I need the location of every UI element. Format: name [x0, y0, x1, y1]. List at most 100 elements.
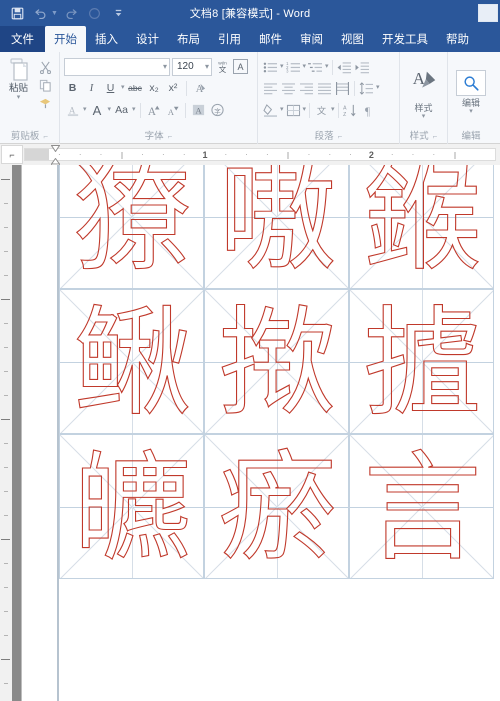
character-shading-icon[interactable]: A	[190, 102, 207, 119]
outlined-character[interactable]: 鳅	[60, 290, 203, 433]
font-size-input[interactable]: 120 ▾	[172, 57, 212, 76]
clipboard-dialog-launcher[interactable]: ⌐	[43, 130, 48, 144]
grid-cell[interactable]: 言	[349, 434, 494, 579]
document-page[interactable]: 獠嗷鍭鳅揿摣皫瘀言	[22, 165, 500, 701]
shading-icon[interactable]	[262, 102, 279, 119]
grow-font-icon[interactable]: A	[145, 102, 162, 119]
shading-caret[interactable]: ▾	[280, 106, 284, 113]
show-marks-icon[interactable]: ¶	[360, 102, 377, 119]
increase-indent-icon[interactable]	[354, 59, 371, 76]
multilevel-caret[interactable]: ▾	[325, 63, 329, 70]
highlight-caret[interactable]: ▾	[83, 106, 87, 113]
highlight-color-icon[interactable]: A	[64, 102, 81, 119]
numbering-icon[interactable]: 1 2 3	[285, 59, 302, 76]
grid-cell[interactable]: 揿	[204, 289, 349, 434]
outlined-character[interactable]: 摣	[350, 290, 493, 433]
borders-caret[interactable]: ▾	[303, 106, 307, 113]
outlined-character[interactable]: 鍭	[350, 165, 493, 288]
character-border-icon[interactable]: A	[233, 59, 248, 74]
tab-design[interactable]: 设计	[127, 26, 168, 52]
tab-developer[interactable]: 开发工具	[373, 26, 437, 52]
italic-button[interactable]: I	[83, 80, 100, 97]
grid-cell[interactable]: 瘀	[204, 434, 349, 579]
ruler-track[interactable]: · · · · · · 1 · · · · · · 2 · · ·	[24, 145, 496, 166]
touch-mode-icon[interactable]	[84, 3, 106, 23]
underline-caret[interactable]: ▾	[121, 84, 125, 91]
grid-cell[interactable]: 皫	[59, 434, 204, 579]
text-effects-icon[interactable]: A	[191, 80, 208, 97]
font-name-caret[interactable]: ▾	[161, 62, 167, 71]
font-color-caret[interactable]: ▾	[108, 106, 112, 113]
phonetic-guide-icon[interactable]: wén 文	[214, 58, 231, 75]
paragraph-dialog-launcher[interactable]: ⌐	[338, 130, 343, 144]
editing-button[interactable]: 编辑 ▾	[452, 55, 490, 130]
bold-button[interactable]: B	[64, 80, 81, 97]
line-spacing-caret[interactable]: ▾	[376, 84, 380, 91]
shrink-font-icon[interactable]: A	[164, 102, 181, 119]
align-right-icon[interactable]	[298, 80, 315, 97]
sort-icon[interactable]: A Z	[342, 102, 359, 119]
subscript-button[interactable]: x₂	[146, 80, 163, 97]
font-size-caret[interactable]: ▾	[203, 62, 209, 71]
tab-references[interactable]: 引用	[209, 26, 250, 52]
paste-button[interactable]: 粘贴 ▾	[4, 57, 33, 101]
vertical-ruler[interactable]	[0, 165, 12, 701]
font-name-input[interactable]: ▾	[64, 57, 170, 76]
copy-icon[interactable]	[35, 77, 55, 94]
account-avatar[interactable]	[478, 4, 498, 22]
outlined-character[interactable]: 嗷	[205, 165, 348, 288]
grid-cell[interactable]: 摣	[349, 289, 494, 434]
tab-file[interactable]: 文件	[0, 26, 45, 52]
enclose-character-icon[interactable]: 字	[209, 102, 226, 119]
document-canvas[interactable]: 獠嗷鍭鳅揿摣皫瘀言	[12, 165, 500, 701]
grid-cell[interactable]: 鍭	[349, 165, 494, 289]
numbering-caret[interactable]: ▾	[303, 63, 307, 70]
change-case-icon[interactable]: Aa	[113, 102, 130, 119]
superscript-button[interactable]: x²	[165, 80, 182, 97]
grid-cell[interactable]: 獠	[59, 165, 204, 289]
redo-icon[interactable]	[60, 3, 82, 23]
align-center-icon[interactable]	[280, 80, 297, 97]
editing-dropdown-caret[interactable]: ▾	[469, 108, 473, 115]
format-painter-icon[interactable]	[35, 95, 55, 112]
tab-review[interactable]: 审阅	[291, 26, 332, 52]
customize-qat-icon[interactable]	[108, 3, 130, 23]
cn-layout-caret[interactable]: ▾	[331, 106, 335, 113]
undo-dropdown-caret[interactable]: ▼	[51, 10, 58, 17]
borders-icon[interactable]	[285, 102, 302, 119]
horizontal-ruler[interactable]: ⌐ · · · · · · 1 · · · · · · 2 · · ·	[0, 144, 500, 166]
styles-dropdown-caret[interactable]: ▾	[422, 113, 426, 120]
tab-home[interactable]: 开始	[45, 26, 86, 52]
outlined-character[interactable]: 獠	[60, 165, 203, 288]
grid-cell[interactable]: 鳅	[59, 289, 204, 434]
tab-view[interactable]: 视图	[332, 26, 373, 52]
tab-insert[interactable]: 插入	[86, 26, 127, 52]
styles-button[interactable]: A 样式 ▾	[404, 55, 443, 130]
tab-stop-selector[interactable]: ⌐	[1, 145, 23, 164]
tab-mailings[interactable]: 邮件	[250, 26, 291, 52]
save-icon[interactable]	[6, 3, 28, 23]
justify-icon[interactable]	[316, 80, 333, 97]
find-icon[interactable]	[456, 70, 486, 96]
font-color-icon[interactable]: A	[89, 102, 106, 119]
align-left-icon[interactable]	[262, 80, 279, 97]
bullets-icon[interactable]	[262, 59, 279, 76]
styles-dialog-launcher[interactable]: ⌐	[433, 130, 438, 144]
outlined-character[interactable]: 瘀	[205, 435, 348, 578]
font-dialog-launcher[interactable]: ⌐	[168, 130, 173, 144]
distribute-icon[interactable]	[334, 80, 351, 97]
grid-cell[interactable]: 嗷	[204, 165, 349, 289]
undo-icon[interactable]	[30, 3, 52, 23]
tab-layout[interactable]: 布局	[168, 26, 209, 52]
outlined-character[interactable]: 揿	[205, 290, 348, 433]
outlined-character[interactable]: 言	[350, 435, 493, 578]
multilevel-list-icon[interactable]	[307, 59, 324, 76]
strikethrough-button[interactable]: abc	[127, 80, 144, 97]
tab-help[interactable]: 帮助	[437, 26, 478, 52]
cn-layout-icon[interactable]: 文	[313, 102, 330, 119]
calligraphy-grid[interactable]: 獠嗷鍭鳅揿摣皫瘀言	[59, 165, 500, 701]
underline-button[interactable]: U	[102, 80, 119, 97]
cut-icon[interactable]	[35, 59, 55, 76]
outlined-character[interactable]: 皫	[60, 435, 203, 578]
change-case-caret[interactable]: ▾	[132, 106, 136, 113]
